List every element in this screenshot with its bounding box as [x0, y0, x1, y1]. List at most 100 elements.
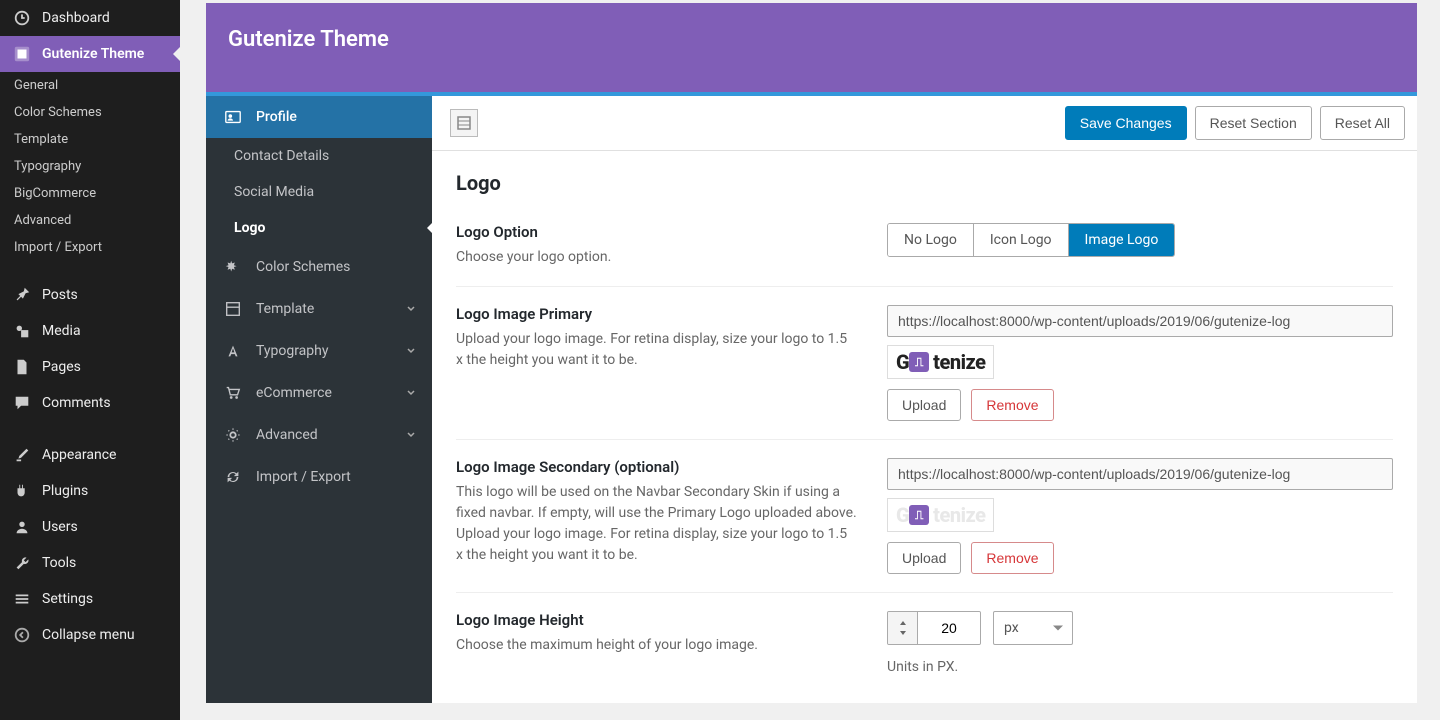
sidebar-item-users[interactable]: Users — [0, 509, 180, 545]
plug-icon — [12, 481, 32, 501]
comment-icon — [12, 393, 32, 413]
page-title: Gutenize Theme — [228, 27, 1395, 52]
option-icon-logo[interactable]: Icon Logo — [974, 224, 1069, 256]
sliders-icon — [12, 589, 32, 609]
logo-suffix: tenize — [933, 350, 985, 374]
sidebar-item-label: Posts — [42, 287, 78, 303]
page-header: Gutenize Theme — [206, 3, 1417, 92]
subnav-tab-ecommerce[interactable]: eCommerce — [206, 372, 432, 414]
secondary-logo-url-input[interactable] — [887, 458, 1393, 490]
subnav-tab-template[interactable]: Template — [206, 288, 432, 330]
chevron-down-icon — [406, 388, 416, 398]
subnav-tab-advanced[interactable]: Advanced — [206, 414, 432, 456]
chevron-down-icon — [406, 430, 416, 440]
logo-badge-icon: ⎍ — [909, 352, 929, 372]
sidebar-item-pages[interactable]: Pages — [0, 349, 180, 385]
toolbar: Save Changes Reset Section Reset All — [432, 96, 1417, 151]
sidebar-item-settings[interactable]: Settings — [0, 581, 180, 617]
reset-section-button[interactable]: Reset Section — [1195, 106, 1312, 140]
expand-icon-button[interactable] — [450, 109, 478, 137]
logo-prefix: G — [896, 503, 909, 527]
subnav-subtab-social[interactable]: Social Media — [206, 174, 432, 210]
chevron-down-icon — [406, 304, 416, 314]
refresh-icon — [222, 468, 244, 486]
field-desc: Choose your logo option. — [456, 247, 857, 268]
sidebar-item-label: Comments — [42, 395, 111, 411]
expand-icon — [456, 115, 472, 131]
sidebar-subitem-advanced[interactable]: Advanced — [0, 207, 180, 234]
settings-main: Save Changes Reset Section Reset All Log… — [432, 96, 1417, 703]
height-input[interactable] — [918, 612, 980, 644]
logo-suffix: tenize — [933, 503, 985, 527]
logo-option-group: No Logo Icon Logo Image Logo — [887, 223, 1175, 257]
select-value: px — [1004, 620, 1019, 636]
field-label: Logo Image Secondary (optional) — [456, 458, 857, 476]
dashboard-icon — [12, 8, 32, 28]
type-icon — [222, 342, 244, 360]
height-unit-select[interactable]: px — [993, 611, 1073, 645]
sidebar-subitem-color-schemes[interactable]: Color Schemes — [0, 99, 180, 126]
primary-remove-button[interactable]: Remove — [971, 389, 1053, 421]
primary-upload-button[interactable]: Upload — [887, 389, 961, 421]
logo-prefix: G — [896, 350, 909, 374]
save-button[interactable]: Save Changes — [1065, 106, 1187, 140]
sidebar-subitem-template[interactable]: Template — [0, 126, 180, 153]
sidebar-item-appearance[interactable]: Appearance — [0, 437, 180, 473]
sidebar-item-gutenize-theme[interactable]: Gutenize Theme — [0, 36, 180, 72]
layout-icon — [222, 300, 244, 318]
subnav-tab-import-export[interactable]: Import / Export — [206, 456, 432, 498]
sidebar-item-label: Plugins — [42, 483, 88, 499]
sidebar-item-label: Pages — [42, 359, 81, 375]
logo-badge-icon: ⎍ — [909, 505, 929, 525]
sidebar-collapse[interactable]: Collapse menu — [0, 617, 180, 653]
field-desc: Upload your logo image. For retina displ… — [456, 329, 857, 371]
secondary-upload-button[interactable]: Upload — [887, 542, 961, 574]
collapse-icon — [12, 625, 32, 645]
secondary-remove-button[interactable]: Remove — [971, 542, 1053, 574]
sidebar-item-label: Appearance — [42, 447, 116, 463]
height-note: Units in PX. — [887, 659, 1393, 675]
sidebar-item-dashboard[interactable]: Dashboard — [0, 0, 180, 36]
primary-logo-preview: G ⎍ tenize — [887, 345, 994, 379]
sidebar-item-posts[interactable]: Posts — [0, 277, 180, 313]
wp-admin-sidebar: Dashboard Gutenize Theme General Color S… — [0, 0, 180, 720]
arrows-icon — [888, 612, 918, 644]
secondary-logo-preview: G ⎍ tenize — [887, 498, 994, 532]
height-stepper[interactable] — [887, 611, 981, 645]
sidebar-subitem-import-export[interactable]: Import / Export — [0, 234, 180, 261]
option-image-logo[interactable]: Image Logo — [1069, 224, 1175, 256]
field-desc: Choose the maximum height of your logo i… — [456, 635, 857, 656]
primary-logo-url-input[interactable] — [887, 305, 1393, 337]
sidebar-item-tools[interactable]: Tools — [0, 545, 180, 581]
sidebar-item-label: Media — [42, 323, 81, 339]
sidebar-item-comments[interactable]: Comments — [0, 385, 180, 421]
sidebar-subitem-typography[interactable]: Typography — [0, 153, 180, 180]
sidebar-subitem-general[interactable]: General — [0, 72, 180, 99]
field-label: Logo Image Height — [456, 611, 857, 629]
sidebar-item-label: Gutenize Theme — [42, 46, 144, 62]
sidebar-item-media[interactable]: Media — [0, 313, 180, 349]
subnav-tab-color-schemes[interactable]: Color Schemes — [206, 246, 432, 288]
field-label: Logo Option — [456, 223, 857, 241]
media-icon — [12, 321, 32, 341]
subnav-tab-profile[interactable]: Profile — [206, 96, 432, 138]
reset-all-button[interactable]: Reset All — [1320, 106, 1405, 140]
id-card-icon — [222, 108, 244, 126]
chevron-down-icon — [406, 346, 416, 356]
sparkle-icon — [222, 258, 244, 276]
field-label: Logo Image Primary — [456, 305, 857, 323]
subnav-subtab-logo[interactable]: Logo — [206, 210, 432, 246]
user-icon — [12, 517, 32, 537]
subnav-subtab-contact[interactable]: Contact Details — [206, 138, 432, 174]
subnav-tab-label: Typography — [256, 343, 328, 359]
subnav-tab-typography[interactable]: Typography — [206, 330, 432, 372]
wrench-icon — [12, 553, 32, 573]
sidebar-subitem-bigcommerce[interactable]: BigCommerce — [0, 180, 180, 207]
sidebar-item-plugins[interactable]: Plugins — [0, 473, 180, 509]
sidebar-item-label: Collapse menu — [42, 627, 135, 643]
option-no-logo[interactable]: No Logo — [888, 224, 974, 256]
page-icon — [12, 357, 32, 377]
subnav-tab-label: Template — [256, 301, 314, 317]
subnav-tab-label: Advanced — [256, 427, 318, 443]
sidebar-item-label: Users — [42, 519, 78, 535]
